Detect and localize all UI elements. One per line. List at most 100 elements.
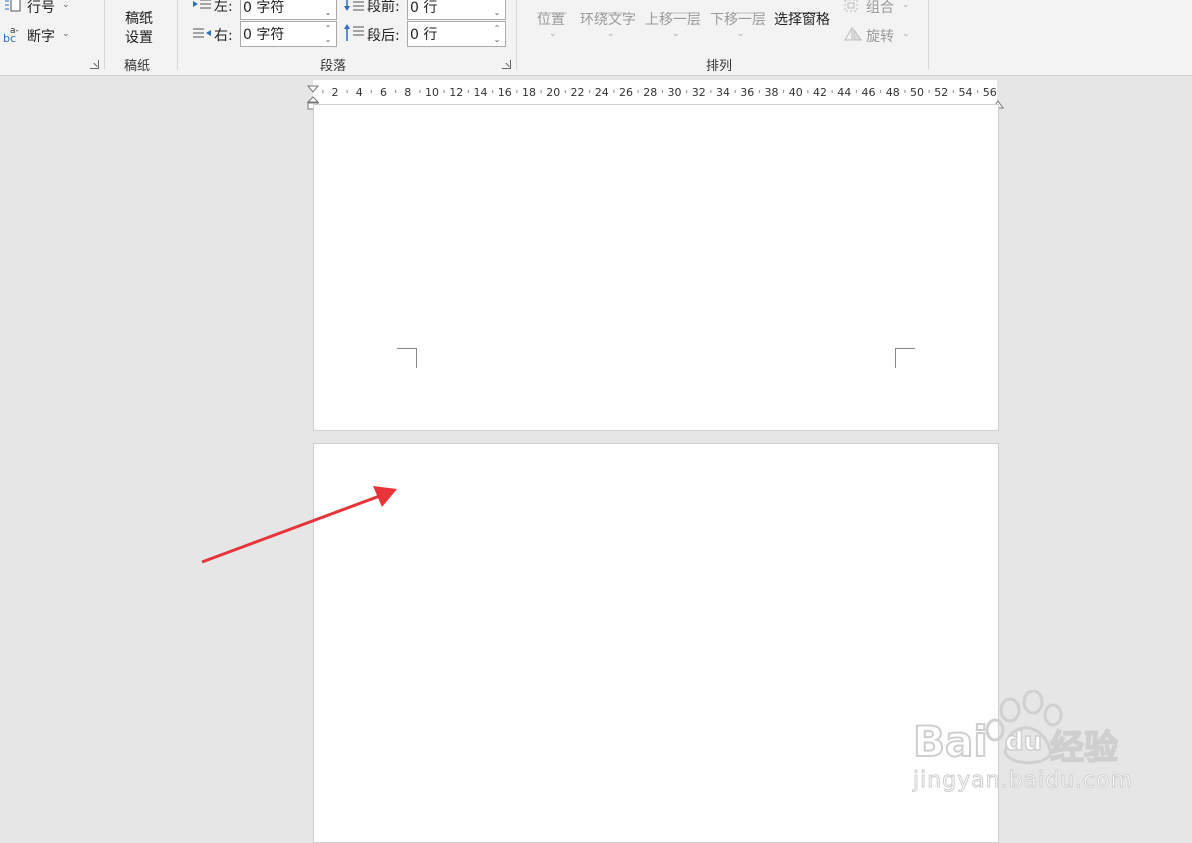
line-numbers-button[interactable]: 行号 [27,0,55,17]
right-indent-marker-icon[interactable] [992,94,1004,109]
space-after-input[interactable] [410,24,486,44]
margin-corner-mark-icon [895,348,917,370]
spin-up-icon[interactable]: ⌃ [491,23,503,34]
spin-up-icon[interactable]: ⌃ [491,0,503,7]
wrap-text-button[interactable]: 环绕文字 [580,9,636,29]
document-page-1[interactable] [313,104,999,431]
ruler-tick-label: 8 [404,86,411,99]
group-label-arrange: 排列 [706,59,733,74]
spin-down-icon[interactable]: ⌄ [322,7,334,18]
send-backward-button[interactable]: 下移一层 [710,9,766,29]
ribbon: 行号 ⌄ a-bc 断字 ⌄ 稿纸 设置 稿纸 左: ⌃ ⌄ 右: ⌃ ⌄ 段前… [0,0,1192,76]
ruler-tick-label: 20 [546,86,560,99]
spin-down-icon[interactable]: ⌄ [491,34,503,45]
ruler-tick-label: 6 [380,86,387,99]
manuscript-icon [128,0,152,14]
chevron-down-icon[interactable]: ⌄ [737,29,745,39]
ruler-tick-label: 36 [740,86,754,99]
ruler-scale: 2 4 6 8 10 12 14 16 18 20 22 24 26 28 30 32 34 36 38 40 42 44… [322,86,997,99]
chevron-down-icon[interactable]: ⌄ [62,0,70,10]
indent-left-input[interactable] [243,0,318,17]
ruler-tick-label: 38 [765,86,779,99]
ruler-tick-label: 26 [619,86,633,99]
bring-forward-icon [670,0,692,14]
ruler-tick-label: 28 [643,86,657,99]
page-setup-launcher-icon[interactable] [90,60,99,69]
watermark-brand-cn: 经验 [1049,727,1119,769]
ruler-tick-label: 44 [837,86,851,99]
ruler-tick-label: 18 [522,86,536,99]
ruler-tick-label: 14 [474,86,488,99]
ruler-tick-label: 24 [595,86,609,99]
indent-right-label: 右: [214,28,233,44]
watermark-brand-du: du [1004,726,1043,758]
group-objects-icon [843,0,861,14]
ruler-tick-label: 30 [668,86,682,99]
spin-down-icon[interactable]: ⌄ [322,34,334,45]
line-numbers-icon [2,0,22,14]
manuscript-settings-button-line1[interactable]: 稿纸 [125,8,153,28]
indent-right-input[interactable] [243,24,318,44]
ruler-tick-label: 46 [862,86,876,99]
group-objects-button[interactable]: 组合 [866,0,894,17]
chevron-down-icon[interactable]: ⌄ [902,0,910,10]
annotation-arrow-icon [201,486,397,564]
group-label-manuscript: 稿纸 [124,59,151,74]
group-label-paragraph: 段落 [320,59,347,74]
ruler-tick-label: 40 [789,86,803,99]
space-after-icon [343,23,365,43]
chevron-down-icon[interactable]: ⌄ [549,29,557,39]
chevron-down-icon[interactable]: ⌄ [62,29,70,39]
document-page-2[interactable] [313,443,999,843]
ruler-tick-label: 42 [813,86,827,99]
ruler-tick-label: 22 [571,86,585,99]
ruler-tick-label: 10 [425,86,439,99]
ruler-tick-label: 50 [910,86,924,99]
space-before-input[interactable] [410,0,486,17]
ruler-tick-label: 54 [959,86,973,99]
space-before-icon [343,0,365,14]
ruler-tick-label: 34 [716,86,730,99]
ruler-tick-label: 4 [356,86,363,99]
spin-down-icon[interactable]: ⌄ [491,7,503,18]
selection-pane-button[interactable]: 选择窗格 [774,9,830,29]
position-icon [537,0,567,14]
send-backward-icon [736,0,758,14]
ruler-tick-label: 52 [934,86,948,99]
baidu-jingyan-watermark: Bai du 经验 jingyan.baidu.com [905,689,1145,800]
chevron-down-icon[interactable]: ⌄ [607,29,615,39]
indent-right-icon [192,25,212,41]
rotate-button[interactable]: 旋转 [866,26,894,46]
ruler-tick-label: 12 [449,86,463,99]
hyphenation-icon: a-bc [2,24,24,45]
space-after-label: 段后: [367,28,400,44]
position-button[interactable]: 位置 [537,9,565,29]
ruler-tick-label: 48 [886,86,900,99]
space-after-spinner[interactable]: ⌃ ⌄ [407,21,506,47]
spin-up-icon[interactable]: ⌃ [322,23,334,34]
horizontal-ruler[interactable]: 2 4 6 8 10 12 14 16 18 20 22 24 26 28 30 32 34 36 38 40 42 44… [313,80,997,104]
hyphenation-button[interactable]: 断字 [27,26,55,46]
first-line-indent-marker-icon[interactable] [306,78,320,93]
indent-right-spinner[interactable]: ⌃ ⌄ [240,21,337,47]
chevron-down-icon[interactable]: ⌄ [672,29,680,39]
watermark-brand: Bai [912,717,989,767]
indent-left-icon [192,0,212,12]
wrap-text-icon [596,0,626,14]
svg-text:bc: bc [3,32,16,44]
ruler-tick-label: 16 [498,86,512,99]
chevron-down-icon[interactable]: ⌄ [902,29,910,39]
manuscript-settings-button-line2[interactable]: 设置 [125,27,153,47]
margin-corner-mark-icon [397,348,419,370]
ruler-tick-label: 32 [692,86,706,99]
rotate-icon [843,25,863,43]
paragraph-launcher-icon[interactable] [502,60,511,69]
spin-up-icon[interactable]: ⌃ [322,0,334,7]
selection-pane-icon [790,0,820,14]
bring-forward-button[interactable]: 上移一层 [645,9,701,29]
indent-left-spinner[interactable]: ⌃ ⌄ [240,0,337,20]
watermark-url: jingyan.baidu.com [912,768,1134,794]
space-before-spinner[interactable]: ⌃ ⌄ [407,0,506,20]
indent-left-label: 左: [214,0,233,15]
space-before-label: 段前: [367,0,400,15]
